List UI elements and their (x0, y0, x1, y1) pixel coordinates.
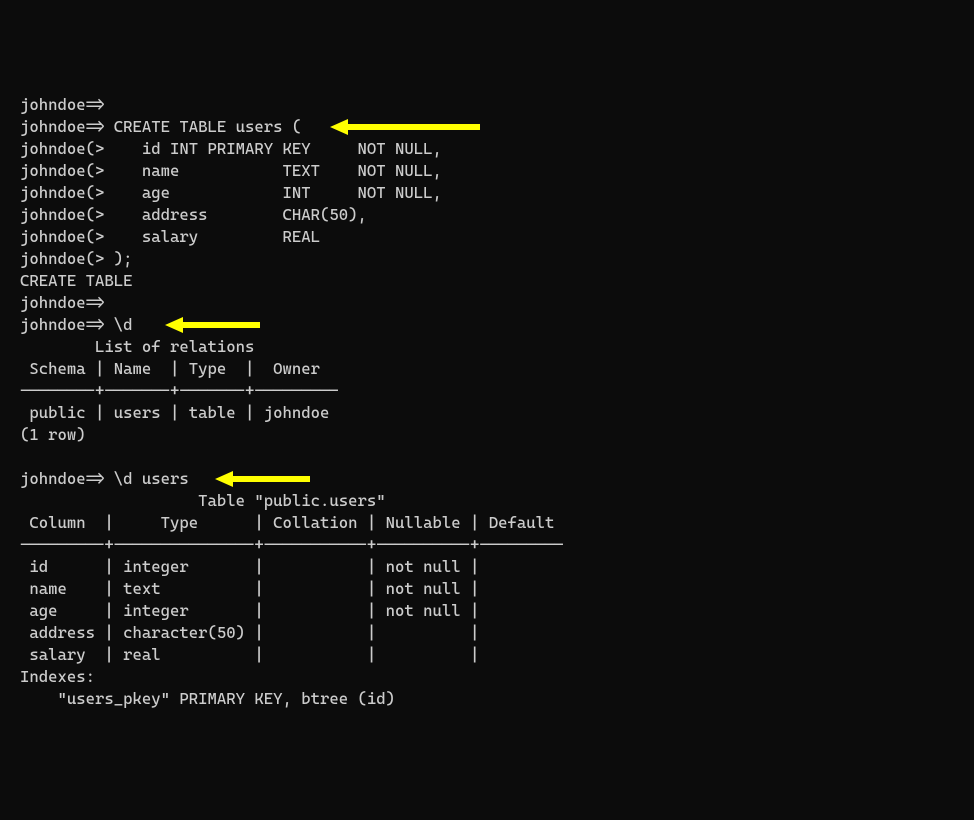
terminal-line: johndoe=> \d (20, 314, 954, 336)
terminal-line: johndoe(> id INT PRIMARY KEY NOT NULL, (20, 138, 954, 160)
annotation-arrow-icon (165, 317, 260, 333)
terminal-text: johndoe=> \d users (20, 469, 189, 488)
terminal-line: johndoe=> \d users (20, 468, 954, 490)
terminal-line: johndoe=> CREATE TABLE users ( (20, 116, 954, 138)
terminal-text: johndoe(> id INT PRIMARY KEY NOT NULL, (20, 139, 442, 158)
terminal-text: age | integer | | not null | (20, 601, 479, 620)
terminal-text: Indexes: (20, 667, 95, 686)
terminal-text: salary | real | | | (20, 645, 479, 664)
terminal-line: name | text | | not null | (20, 578, 954, 600)
annotation-arrow-icon (215, 471, 310, 487)
terminal-text: public | users | table | johndoe (20, 403, 329, 422)
terminal-line: Column | Type | Collation | Nullable | D… (20, 512, 954, 534)
terminal-line: Table "public.users" (20, 490, 954, 512)
terminal-text: johndoe(> salary REAL (20, 227, 320, 246)
terminal-line: address | character(50) | | | (20, 622, 954, 644)
terminal-text: "users_pkey" PRIMARY KEY, btree (id) (20, 689, 395, 708)
terminal-text: johndoe=> (20, 293, 104, 312)
terminal-text: id | integer | | not null | (20, 557, 479, 576)
terminal-line: (1 row) (20, 424, 954, 446)
terminal-text: johndoe=> CREATE TABLE users ( (20, 117, 301, 136)
terminal-text: List of relations (20, 337, 254, 356)
terminal-line: johndoe=> (20, 94, 954, 116)
terminal-text: Schema | Name | Type | Owner (20, 359, 320, 378)
terminal-line: --------+-------+-------+--------- (20, 380, 954, 402)
terminal-line: Indexes: (20, 666, 954, 688)
terminal-line: id | integer | | not null | (20, 556, 954, 578)
terminal-line: salary | real | | | (20, 644, 954, 666)
terminal-line: johndoe(> name TEXT NOT NULL, (20, 160, 954, 182)
terminal-line: public | users | table | johndoe (20, 402, 954, 424)
terminal-text: johndoe(> ); (20, 249, 133, 268)
terminal-text: ---------+---------------+-----------+--… (20, 535, 564, 554)
terminal-text: johndoe(> name TEXT NOT NULL, (20, 161, 442, 180)
terminal-line (20, 446, 954, 468)
terminal-text: name | text | | not null | (20, 579, 479, 598)
terminal-text: address | character(50) | | | (20, 623, 479, 642)
terminal-text: Column | Type | Collation | Nullable | D… (20, 513, 554, 532)
terminal-line: Schema | Name | Type | Owner (20, 358, 954, 380)
terminal-text: Table "public.users" (20, 491, 386, 510)
annotation-arrow-icon (330, 119, 480, 135)
terminal-line: ---------+---------------+-----------+--… (20, 534, 954, 556)
terminal-line: "users_pkey" PRIMARY KEY, btree (id) (20, 688, 954, 710)
terminal-text: johndoe=> (20, 95, 104, 114)
terminal-line: CREATE TABLE (20, 270, 954, 292)
terminal-text: johndoe(> age INT NOT NULL, (20, 183, 442, 202)
terminal-line: johndoe(> salary REAL (20, 226, 954, 248)
terminal-line: johndoe(> age INT NOT NULL, (20, 182, 954, 204)
terminal-line: List of relations (20, 336, 954, 358)
terminal-line: age | integer | | not null | (20, 600, 954, 622)
terminal-text: --------+-------+-------+--------- (20, 381, 339, 400)
terminal-line: johndoe=> (20, 292, 954, 314)
terminal-text: johndoe(> address CHAR(50), (20, 205, 367, 224)
terminal-line: johndoe(> address CHAR(50), (20, 204, 954, 226)
terminal-text: johndoe=> \d (20, 315, 133, 334)
terminal-output: johndoe=> johndoe=> CREATE TABLE users ( j… (20, 94, 954, 710)
terminal-line: johndoe(> ); (20, 248, 954, 270)
terminal-text: (1 row) (20, 425, 86, 444)
terminal-text: CREATE TABLE (20, 271, 133, 290)
